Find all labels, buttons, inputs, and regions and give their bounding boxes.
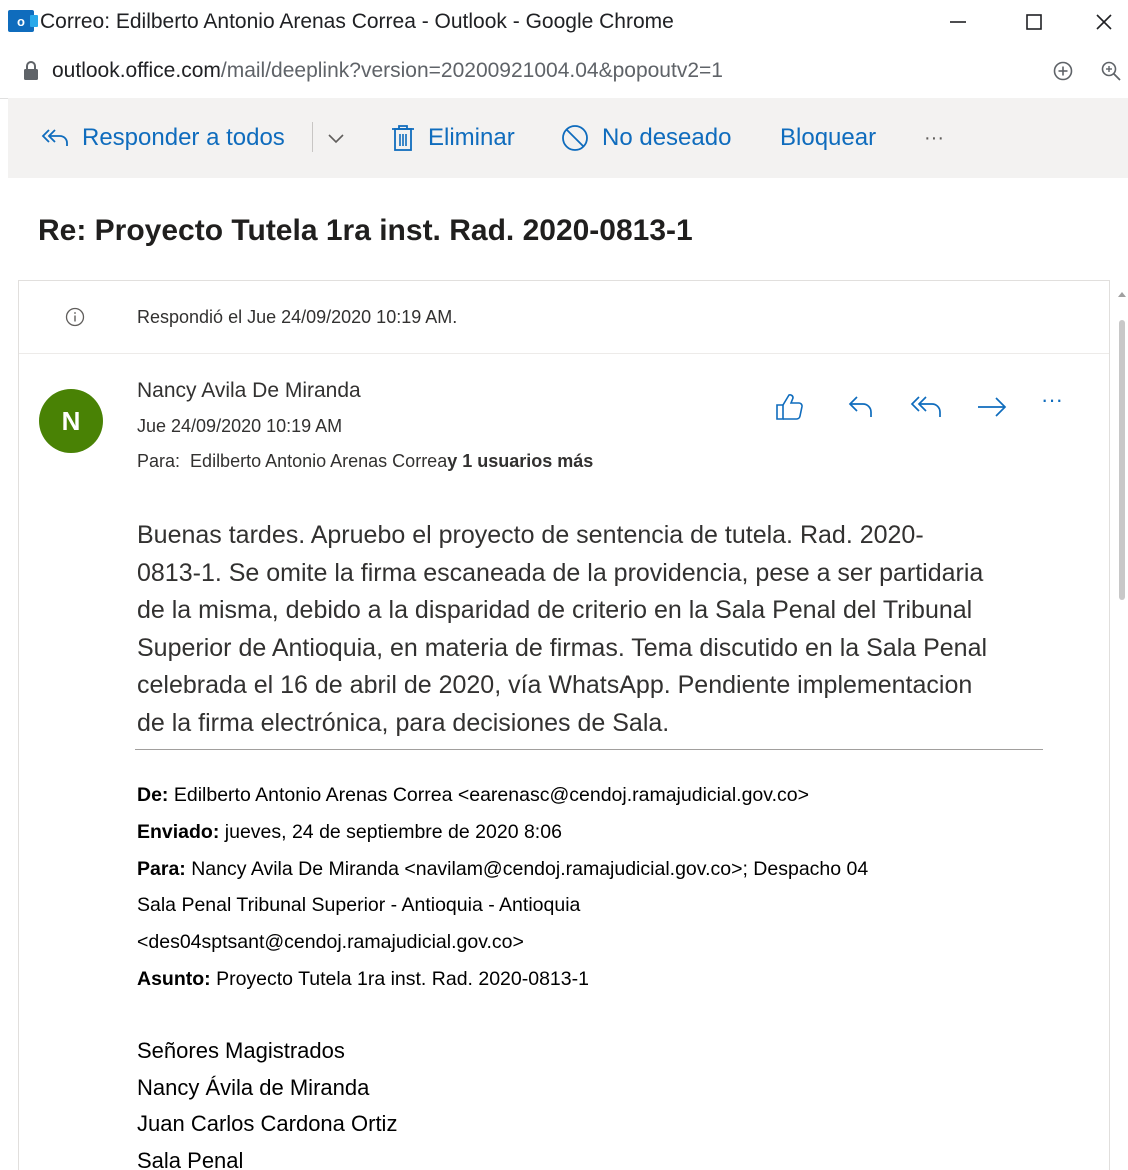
quoted-subject: Asunto: Proyecto Tutela 1ra inst. Rad. 2…	[137, 961, 1067, 998]
minimize-button[interactable]	[928, 0, 988, 44]
quoted-header: De: Edilberto Antonio Arenas Correa <ear…	[137, 777, 1067, 998]
body-line: de la misma, debido a la disparidad de c…	[137, 596, 973, 624]
quoted-to-value: Nancy Avila De Miranda <navilam@cendoj.r…	[185, 857, 869, 880]
quoted-from-label: De:	[137, 784, 169, 806]
forward-icon[interactable]	[975, 391, 1009, 423]
lock-icon	[24, 61, 38, 80]
quoted-from: De: Edilberto Antonio Arenas Correa <ear…	[137, 777, 1067, 814]
quoted-to-label: Para:	[137, 857, 186, 880]
command-bar: Responder a todos Eliminar No deseado Bl…	[8, 98, 1128, 178]
quoted-subject-value: Proyecto Tutela 1ra inst. Rad. 2020-0813…	[210, 967, 589, 990]
minimize-icon	[950, 21, 966, 23]
outlook-icon: o	[8, 10, 38, 32]
maximize-icon	[1026, 14, 1042, 30]
url-text[interactable]: outlook.office.com/mail/deeplink?version…	[52, 59, 723, 83]
more-recipients-link[interactable]: y 1 usuarios más	[447, 451, 593, 471]
quoted-from-value: Edilberto Antonio Arenas Correa <earenas…	[168, 784, 809, 806]
greeting-line: Nancy Ávila de Miranda	[137, 1074, 370, 1100]
close-icon	[1096, 14, 1112, 30]
quoted-to-cont: <des04sptsant@cendoj.ramajudicial.gov.co…	[137, 931, 524, 954]
url-domain: outlook.office.com	[52, 59, 221, 82]
url-path: /mail/deeplink?version=20200921004.04&po…	[220, 59, 723, 82]
to-label: Para:	[137, 451, 181, 471]
sent-date: Jue 24/09/2020 10:19 AM	[137, 416, 343, 436]
body-line: 0813-1. Se omite la firma escaneada de l…	[137, 558, 984, 587]
message-body: Buenas tardes. Apruebo el proyecto de se…	[137, 517, 1067, 742]
quoted-subject-label: Asunto:	[137, 967, 211, 990]
quoted-sent: Enviado: jueves, 24 de septiembre de 202…	[137, 814, 1067, 851]
greeting-line: Señores Magistrados	[137, 1038, 345, 1063]
info-bar: Respondió el Jue 24/09/2020 10:19 AM.	[19, 281, 1109, 354]
reply-all-icon[interactable]	[909, 391, 945, 423]
delete-label: Eliminar	[428, 124, 515, 151]
trash-icon	[392, 125, 414, 151]
more-actions-button[interactable]: ···	[924, 120, 944, 156]
delete-button[interactable]: Eliminar	[390, 120, 515, 156]
avatar[interactable]: N	[39, 389, 103, 453]
block-button[interactable]: Bloquear	[780, 120, 876, 156]
chevron-down-icon	[328, 134, 344, 144]
body-line: Superior de Antioquia, en materia de fir…	[137, 633, 988, 662]
quoted-greeting: Señores Magistrados Nancy Ávila de Miran…	[137, 1033, 1067, 1170]
recipient-name[interactable]: Edilberto Antonio Arenas Correa	[190, 451, 447, 471]
quoted-sent-label: Enviado:	[137, 820, 220, 843]
scrollbar-thumb[interactable]	[1119, 320, 1125, 600]
quoted-sent-value: jueves, 24 de septiembre de 2020 8:06	[219, 820, 562, 843]
greeting-line: Juan Carlos Cardona Ortiz	[137, 1111, 398, 1136]
window-title: Correo: Edilberto Antonio Arenas Correa …	[40, 10, 674, 33]
title-bar: o Correo: Edilberto Antonio Arenas Corre…	[0, 0, 1128, 46]
message-more-button[interactable]: ···	[1041, 387, 1063, 413]
body-line: celebrada el 16 de abril de 2020, vía Wh…	[137, 671, 973, 699]
reply-icon[interactable]	[845, 391, 877, 423]
toolbar-divider	[312, 122, 313, 152]
zoom-in-icon[interactable]	[1052, 60, 1074, 82]
address-bar[interactable]: outlook.office.com/mail/deeplink?version…	[0, 46, 1128, 99]
quoted-to: Para: Nancy Avila De Miranda <navilam@ce…	[137, 851, 1067, 888]
reply-all-button[interactable]: Responder a todos	[40, 120, 285, 156]
junk-label: No deseado	[602, 124, 732, 151]
message-card: Respondió el Jue 24/09/2020 10:19 AM. N …	[18, 280, 1110, 1170]
quote-separator	[135, 749, 1043, 750]
reply-all-icon	[41, 129, 68, 146]
body-line: Buenas tardes. Apruebo el proyecto de se…	[137, 521, 924, 549]
recipients-line: Para: Edilberto Antonio Arenas Correay 1…	[137, 451, 593, 472]
greeting-line: Sala Penal	[137, 1147, 244, 1170]
avatar-initial: N	[61, 405, 81, 436]
block-label: Bloquear	[780, 124, 877, 151]
outlook-icon-letter: o	[17, 13, 25, 29]
like-icon[interactable]	[773, 391, 805, 423]
maximize-button[interactable]	[1004, 0, 1064, 44]
sender-name[interactable]: Nancy Avila De Miranda	[137, 379, 361, 403]
quoted-to-cont: Sala Penal Tribunal Superior - Antioquia…	[137, 894, 581, 917]
search-icon[interactable]	[1100, 60, 1122, 82]
info-text: Respondió el Jue 24/09/2020 10:19 AM.	[137, 307, 458, 327]
reply-options-button[interactable]	[326, 120, 358, 156]
block-circle-icon	[562, 125, 588, 151]
junk-button[interactable]: No deseado	[560, 120, 731, 156]
message-subject: Re: Proyecto Tutela 1ra inst. Rad. 2020-…	[38, 214, 693, 247]
body-line: de la firma electrónica, para decisiones…	[137, 708, 670, 737]
info-icon	[65, 307, 85, 327]
browser-window: o Correo: Edilberto Antonio Arenas Corre…	[0, 0, 1128, 1170]
scroll-up-arrow-icon[interactable]	[1118, 290, 1126, 298]
reply-all-label: Responder a todos	[82, 124, 285, 151]
close-button[interactable]	[1074, 0, 1128, 44]
